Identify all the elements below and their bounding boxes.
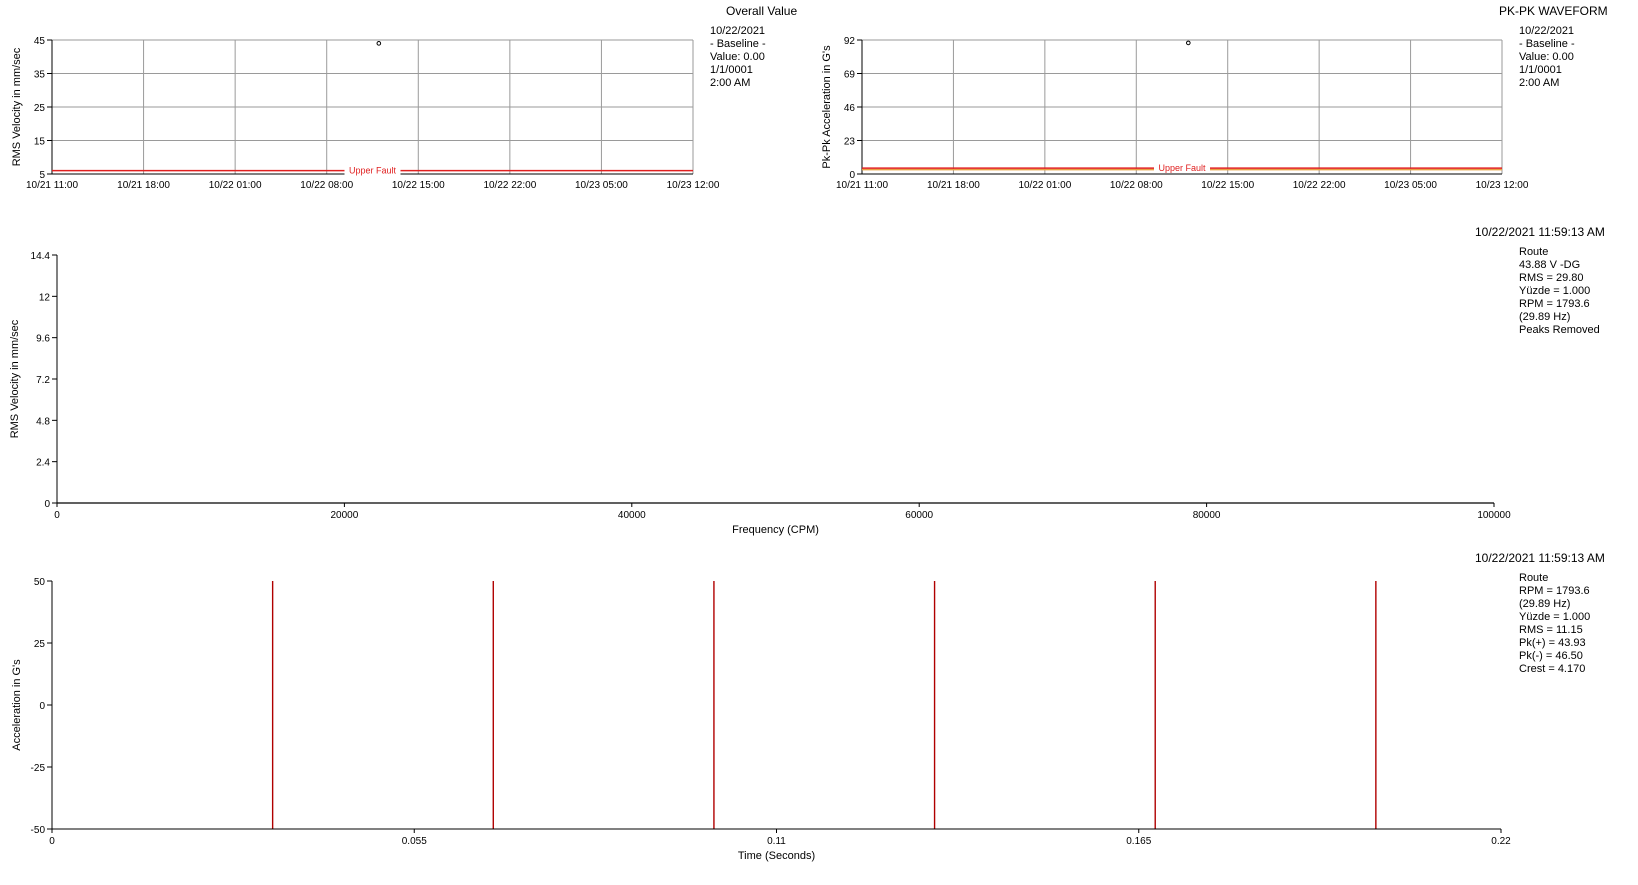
- spectrum-info-peaks: Peaks Removed: [1519, 324, 1600, 336]
- waveform-info-yuzde: Yüzde = 1.000: [1519, 611, 1591, 623]
- trend1-info: 10/22/2021 - Baseline - Value: 0.00 1/1/…: [710, 25, 766, 90]
- trend2-info-value: Value: 0.00: [1519, 51, 1574, 63]
- spectrum-info-rpm: RPM = 1793.6: [1519, 298, 1590, 310]
- spectrum-info-yuzde: Yüzde = 1.000: [1519, 285, 1591, 297]
- spectrum-info: Route 43.88 V -DG RMS = 29.80 Yüzde = 1.…: [1519, 246, 1600, 337]
- vibration-report: 10/21 11:00 10/21 18:00 10/22 01:00 10/22 0…: [0, 0, 1638, 885]
- waveform-ytick-label: 50: [34, 577, 46, 588]
- spectrum-ytick-label: 2.4: [36, 458, 50, 469]
- trend1-xtick-label: 10/23 05:00: [575, 180, 628, 191]
- spectrum-ytick-label: 4.8: [36, 416, 50, 427]
- trend1-xtick-label: 10/22 15:00: [392, 180, 445, 191]
- trend2-ytick-label: 92: [844, 36, 856, 47]
- trend2-xtick-label: 10/23 12:00: [1476, 180, 1529, 191]
- waveform-ylabel: Acceleration in G's: [11, 659, 23, 751]
- spectrum-xtick-label: 0: [54, 510, 60, 521]
- trend2-xtick-label: 10/23 05:00: [1384, 180, 1437, 191]
- waveform-xlabel: Time (Seconds): [738, 850, 815, 862]
- trend1-ylabel: RMS Velocity in mm/sec: [11, 47, 23, 166]
- waveform-xtick-label: 0.055: [402, 836, 427, 847]
- waveform-info-rms: RMS = 11.15: [1519, 624, 1583, 636]
- waveform-xtick-label: 0: [49, 836, 55, 847]
- waveform-timestamp: 10/22/2021 11:59:13 AM: [1475, 551, 1605, 565]
- waveform-info-rpm: RPM = 1793.6: [1519, 585, 1590, 597]
- waveform-xtick-label: 0.165: [1126, 836, 1151, 847]
- trend1-ytick-label: 35: [34, 70, 46, 81]
- spectrum-xtick-label: 100000: [1477, 510, 1511, 521]
- trend1-xtick-label: 10/23 12:00: [667, 180, 720, 191]
- spectrum-xtick-label: 80000: [1193, 510, 1221, 521]
- trend2-ytick-label: 69: [844, 70, 856, 81]
- trend2-fault-label: Upper Fault: [1158, 163, 1206, 173]
- trend1-ytick-label: 5: [39, 170, 45, 181]
- trend2-title: PK-PK WAVEFORM: [1499, 4, 1608, 18]
- trend1-ytick-label: 25: [34, 103, 46, 114]
- trend1-fault-label: Upper Fault: [349, 166, 397, 176]
- trend2-info-baseline: - Baseline -: [1519, 38, 1575, 50]
- waveform-info: Route RPM = 1793.6 (29.89 Hz) Yüzde = 1.…: [1519, 572, 1590, 676]
- waveform-xtick-label: 0.11: [767, 836, 786, 847]
- spectrum-xlabel: Frequency (CPM): [732, 524, 819, 536]
- spectrum-info-rms: RMS = 29.80: [1519, 272, 1584, 284]
- spectrum-info-point: 43.88 V -DG: [1519, 259, 1581, 271]
- trend2-ytick-label: 46: [844, 103, 856, 114]
- trend2-xtick-label: 10/22 08:00: [1110, 180, 1163, 191]
- trend2-info-date: 10/22/2021: [1519, 25, 1575, 37]
- trend1-data-point: [376, 41, 382, 46]
- waveform-ytick-label: -25: [31, 763, 46, 774]
- trend2-xtick-label: 10/22 15:00: [1201, 180, 1254, 191]
- trend1-info-baseline: - Baseline -: [710, 38, 766, 50]
- trend1-xtick-label: 10/22 08:00: [300, 180, 353, 191]
- spectrum-xtick-label: 60000: [905, 510, 933, 521]
- spectrum-ytick-label: 12: [39, 292, 51, 303]
- trend2-xtick-label: 10/21 18:00: [927, 180, 980, 191]
- trend1-info-date2: 1/1/0001: [710, 64, 753, 76]
- trend2-xtick-label: 10/21 11:00: [836, 180, 889, 191]
- trend1-xtick-label: 10/21 11:00: [26, 180, 79, 191]
- trend1-info-time: 2:00 AM: [710, 77, 751, 89]
- trend2-xtick-label: 10/22 01:00: [1018, 180, 1071, 191]
- waveform-ytick-label: -50: [31, 825, 46, 836]
- waveform-info-hz: (29.89 Hz): [1519, 598, 1571, 610]
- trend1-xtick-label: 10/22 01:00: [209, 180, 262, 191]
- trend2-ytick-label: 23: [844, 137, 856, 148]
- spectrum-info-route: Route: [1519, 246, 1549, 258]
- trend2-data-point: [1186, 40, 1191, 46]
- spectrum-info-hz: (29.89 Hz): [1519, 311, 1571, 323]
- spectrum-xtick-label: 40000: [618, 510, 646, 521]
- spectrum-xtick-label: 20000: [330, 510, 358, 521]
- waveform-info-route: Route: [1519, 572, 1549, 584]
- trend2-info-time: 2:00 AM: [1519, 77, 1560, 89]
- trend1-info-value: Value: 0.00: [710, 51, 765, 63]
- waveform-xtick-label: 0.22: [1491, 836, 1511, 847]
- trend2-ylabel: Pk-Pk Acceleration in G's: [821, 45, 833, 169]
- trend2-info: 10/22/2021 - Baseline - Value: 0.00 1/1/…: [1519, 25, 1575, 90]
- trend1-xtick-label: 10/22 22:00: [483, 180, 536, 191]
- waveform-info-pkplus: Pk(+) = 43.93: [1519, 637, 1586, 649]
- spectrum-ytick-label: 9.6: [36, 334, 50, 345]
- trend1-ytick-label: 15: [34, 137, 46, 148]
- waveform-info-pkminus: Pk(-) = 46.50: [1519, 650, 1583, 662]
- trend1-info-date: 10/22/2021: [710, 25, 766, 37]
- spectrum-ytick-label: 0: [44, 499, 50, 510]
- waveform-ytick-label: 0: [39, 701, 45, 712]
- waveform-ytick-label: 25: [34, 639, 46, 650]
- trend1-xtick-label: 10/21 18:00: [117, 180, 170, 191]
- trend2-info-date2: 1/1/0001: [1519, 64, 1562, 76]
- charts-canvas: 10/21 11:00 10/21 18:00 10/22 01:00 10/22 0…: [9, 36, 1529, 862]
- spectrum-ylabel: RMS Velocity in mm/sec: [9, 319, 21, 438]
- trend2-ytick-label: 0: [849, 170, 855, 181]
- trend2-xtick-label: 10/22 22:00: [1293, 180, 1346, 191]
- trend1-ytick-label: 45: [34, 36, 46, 47]
- waveform-info-crest: Crest = 4.170: [1519, 663, 1586, 675]
- spectrum-ytick-label: 14.4: [31, 251, 51, 262]
- trend1-title: Overall Value: [726, 4, 798, 18]
- spectrum-ytick-label: 7.2: [36, 375, 50, 386]
- spectrum-timestamp: 10/22/2021 11:59:13 AM: [1475, 225, 1605, 239]
